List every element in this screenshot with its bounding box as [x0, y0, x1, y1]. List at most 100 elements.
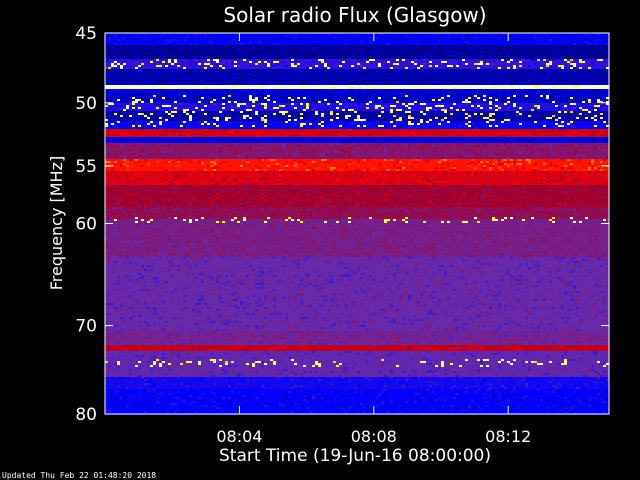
- heatmap-cell: [513, 41, 516, 43]
- heatmap-cell: [201, 95, 204, 97]
- heatmap-cell: [246, 157, 249, 159]
- heatmap-cell: [246, 91, 249, 93]
- heatmap-cell: [489, 201, 492, 203]
- heatmap-cell: [261, 121, 264, 123]
- heatmap-cell: [276, 121, 279, 123]
- heatmap-cell: [207, 73, 210, 75]
- heatmap-cell: [495, 97, 498, 99]
- heatmap-cell: [474, 163, 477, 165]
- heatmap-cell: [138, 125, 141, 127]
- heatmap-cell: [492, 147, 495, 149]
- heatmap-cell: [228, 173, 231, 175]
- heatmap-cell: [216, 59, 219, 61]
- heatmap-cell: [411, 47, 414, 49]
- heatmap-cell: [150, 97, 153, 99]
- heatmap-cell: [405, 69, 408, 71]
- heatmap-cell: [138, 227, 141, 229]
- heatmap-cell: [426, 123, 429, 125]
- heatmap-cell: [483, 151, 486, 153]
- heatmap-cell: [501, 169, 504, 171]
- heatmap-cell: [474, 137, 477, 139]
- heatmap-cell: [441, 179, 444, 181]
- heatmap-cell: [531, 191, 534, 193]
- heatmap-cell: [399, 161, 402, 163]
- heatmap-cell: [342, 87, 345, 89]
- heatmap-cell: [507, 161, 510, 163]
- heatmap-cell: [138, 69, 141, 71]
- heatmap-cell: [108, 213, 111, 215]
- heatmap-cell: [150, 225, 153, 227]
- heatmap-cell: [516, 71, 519, 73]
- heatmap-cell: [162, 121, 165, 123]
- heatmap-cell: [351, 151, 354, 153]
- heatmap-cell: [315, 65, 318, 67]
- heatmap-cell: [426, 223, 429, 225]
- heatmap-cell: [258, 203, 261, 205]
- heatmap-cell: [603, 197, 606, 199]
- heatmap-cell: [354, 73, 357, 75]
- heatmap-cell: [264, 87, 267, 89]
- heatmap-cell: [453, 39, 456, 41]
- heatmap-cell: [246, 109, 249, 111]
- heatmap-cell: [480, 113, 483, 115]
- heatmap-cell: [591, 135, 594, 137]
- heatmap-cell: [222, 111, 225, 113]
- heatmap-cell: [345, 105, 348, 107]
- heatmap-cell: [255, 97, 258, 99]
- heatmap-cell: [498, 185, 501, 187]
- heatmap-cell: [315, 51, 318, 53]
- heatmap-cell: [114, 45, 117, 47]
- heatmap-cell: [123, 219, 126, 221]
- heatmap-cell: [576, 117, 579, 119]
- heatmap-cell: [132, 109, 135, 111]
- heatmap-cell: [285, 77, 288, 79]
- heatmap-cell: [360, 211, 363, 213]
- heatmap-cell: [498, 49, 501, 51]
- heatmap-cell: [453, 49, 456, 51]
- heatmap-cell: [474, 117, 477, 119]
- heatmap-cell: [474, 35, 477, 37]
- heatmap-cell: [510, 107, 513, 109]
- heatmap-cell: [396, 215, 399, 217]
- heatmap-cell: [585, 53, 588, 55]
- heatmap-cell: [177, 53, 180, 55]
- heatmap-cell: [456, 115, 459, 117]
- heatmap-cell: [555, 165, 558, 167]
- heatmap-cell: [198, 175, 201, 177]
- heatmap-cell: [480, 195, 483, 197]
- heatmap-cell: [237, 221, 240, 223]
- heatmap-cell: [477, 45, 480, 47]
- heatmap-cell: [477, 201, 480, 203]
- heatmap-cell: [411, 117, 414, 119]
- heatmap-cell: [300, 125, 303, 127]
- heatmap-cell: [267, 225, 270, 227]
- heatmap-cell: [144, 115, 147, 117]
- heatmap-cell: [198, 85, 201, 87]
- heatmap-cell: [375, 139, 378, 141]
- heatmap-cell: [549, 211, 552, 213]
- heatmap-cell: [225, 131, 228, 133]
- heatmap-cell: [174, 35, 177, 37]
- heatmap-cell: [456, 41, 459, 43]
- heatmap-cell: [132, 149, 135, 151]
- heatmap-cell: [138, 171, 141, 173]
- heatmap-cell: [240, 111, 243, 113]
- heatmap-cell: [177, 227, 180, 229]
- heatmap-cell: [174, 61, 177, 63]
- heatmap-cell: [231, 141, 234, 143]
- heatmap-cell: [486, 59, 489, 61]
- heatmap-cell: [549, 189, 552, 191]
- heatmap-cell: [363, 39, 366, 41]
- heatmap-cell: [504, 147, 507, 149]
- heatmap-cell: [246, 179, 249, 181]
- heatmap-cell: [426, 49, 429, 51]
- heatmap-cell: [513, 85, 516, 87]
- heatmap-cell: [564, 105, 567, 107]
- heatmap-cell: [423, 221, 426, 223]
- heatmap-cell: [531, 109, 534, 111]
- heatmap-cell: [513, 203, 516, 205]
- heatmap-cell: [240, 127, 243, 129]
- heatmap-cell: [357, 107, 360, 109]
- heatmap-cell: [249, 157, 252, 159]
- heatmap-cell: [504, 207, 507, 209]
